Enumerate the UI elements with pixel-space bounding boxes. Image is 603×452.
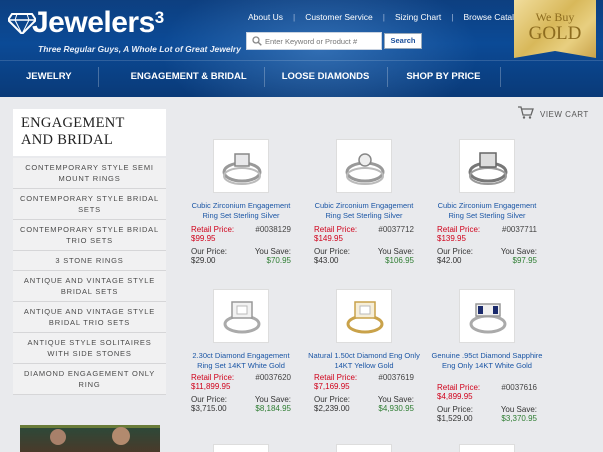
you-save: $4,930.95 <box>378 404 414 413</box>
search-input[interactable]: Enter Keyword or Product # <box>246 32 382 50</box>
retail-price: $7,169.95 <box>314 382 350 391</box>
search-button[interactable]: Search <box>384 33 422 49</box>
top-links: About Us | Customer Service | Sizing Cha… <box>238 12 534 22</box>
product-sku: #0037620 <box>255 373 291 382</box>
video-top-bar <box>20 425 160 428</box>
you-save: $3,370.95 <box>501 414 537 423</box>
nav-engagement-bridal[interactable]: ENGAGEMENT & BRIDAL <box>131 61 247 97</box>
product-image[interactable] <box>336 139 392 193</box>
category-list: CONTEMPORARY STYLE SEMI MOUNT RINGS CONT… <box>13 158 166 395</box>
product-image[interactable] <box>336 289 392 343</box>
search-bar: Enter Keyword or Product # Search <box>246 32 498 50</box>
about-us-link[interactable]: About Us <box>238 12 293 22</box>
product-card[interactable]: Cubic Zirconium Engagement Ring Set Ster… <box>431 139 543 269</box>
product-image[interactable] <box>459 139 515 193</box>
nav-jewelry[interactable]: JEWELRY <box>26 61 72 97</box>
you-save: $8,184.95 <box>255 404 291 413</box>
our-price: $42.00 <box>437 256 462 265</box>
our-price: $29.00 <box>191 256 216 265</box>
cart-icon <box>518 106 534 119</box>
category-item[interactable]: 3 STONE RINGS <box>13 251 166 271</box>
ring-icon <box>222 153 262 185</box>
ring-icon <box>346 301 384 334</box>
nav-loose-diamonds[interactable]: LOOSE DIAMONDS <box>282 61 370 97</box>
category-item[interactable]: CONTEMPORARY STYLE BRIDAL TRIO SETS <box>13 220 166 251</box>
site-header: Jewelers3 Three Regular Guys, A Whole Lo… <box>0 0 603 97</box>
you-save: $106.95 <box>385 256 414 265</box>
retail-price: $149.95 <box>314 234 343 243</box>
our-price: $2,239.00 <box>314 404 350 413</box>
product-card[interactable]: Natural 1.50ct Diamond Eng Only 14KT Yel… <box>308 289 420 419</box>
ring-icon <box>468 152 508 185</box>
brand-name: Jewelers3 <box>32 6 164 39</box>
search-placeholder: Enter Keyword or Product # <box>265 37 358 46</box>
ring-icon <box>345 153 385 185</box>
nav-divider <box>263 67 265 87</box>
nav-shop-by-price[interactable]: SHOP BY PRICE <box>406 61 480 97</box>
category-item[interactable]: ANTIQUE STYLE SOLITAIRES WITH SIDE STONE… <box>13 333 166 364</box>
product-image[interactable] <box>459 444 515 452</box>
product-image[interactable] <box>213 139 269 193</box>
our-price: $43.00 <box>314 256 339 265</box>
ring-icon <box>223 301 261 334</box>
product-card[interactable]: Cubic Zirconium Engagement Ring Set Ster… <box>185 139 297 269</box>
brand-tagline: Three Regular Guys, A Whole Lot of Great… <box>38 44 241 54</box>
customer-service-link[interactable]: Customer Service <box>295 12 383 22</box>
product-image[interactable] <box>213 444 269 452</box>
product-card[interactable]: 2.30ct Diamond Engagement Ring Set 14KT … <box>185 289 297 419</box>
product-image[interactable] <box>213 289 269 343</box>
product-card[interactable]: Cubic Zirconium Engagement Ring Set Ster… <box>308 139 420 269</box>
person-figure <box>50 429 66 445</box>
nav-divider <box>500 67 502 87</box>
nav-divider <box>97 67 99 87</box>
nav-divider <box>387 67 389 87</box>
product-card[interactable]: Genuine .95ct Diamond Sapphire Eng Only … <box>431 289 543 423</box>
view-cart-label: VIEW CART <box>540 110 589 119</box>
product-image[interactable] <box>459 289 515 343</box>
retail-price: $11,899.95 <box>191 382 231 391</box>
product-sku: #0037616 <box>501 383 537 392</box>
category-item[interactable]: CONTEMPORARY STYLE BRIDAL SETS <box>13 189 166 220</box>
video-thumbnail[interactable] <box>20 425 160 452</box>
our-price: $3,715.00 <box>191 404 227 413</box>
our-price: $1,529.00 <box>437 414 473 423</box>
category-sidebar: ENGAGEMENT AND BRIDAL CONTEMPORARY STYLE… <box>13 109 166 395</box>
you-save: $70.95 <box>266 256 291 265</box>
product-name[interactable]: Cubic Zirconium Engagement Ring Set Ster… <box>308 201 420 221</box>
we-buy-gold-badge[interactable]: We Buy GOLD <box>514 0 596 58</box>
product-name[interactable]: Natural 1.50ct Diamond Eng Only 14KT Yel… <box>308 351 420 371</box>
product-name[interactable]: Genuine .95ct Diamond Sapphire Eng Only … <box>431 351 543 371</box>
you-save: $97.95 <box>512 256 537 265</box>
search-icon <box>252 36 262 46</box>
sidebar-title: ENGAGEMENT AND BRIDAL <box>13 109 166 156</box>
product-sku: #0038129 <box>255 225 291 234</box>
category-item[interactable]: ANTIQUE AND VINTAGE STYLE BRIDAL TRIO SE… <box>13 302 166 333</box>
badge-line2: GOLD <box>528 23 582 44</box>
category-item[interactable]: CONTEMPORARY STYLE SEMI MOUNT RINGS <box>13 158 166 189</box>
product-name[interactable]: Cubic Zirconium Engagement Ring Set Ster… <box>185 201 297 221</box>
product-sku: #0037712 <box>378 225 414 234</box>
person-figure <box>112 427 130 445</box>
retail-price: $4,899.95 <box>437 392 473 401</box>
retail-price: $99.95 <box>191 234 216 243</box>
retail-price: $139.95 <box>437 234 466 243</box>
main-nav: JEWELRY ENGAGEMENT & BRIDAL LOOSE DIAMON… <box>0 60 603 97</box>
product-sku: #0037619 <box>378 373 414 382</box>
category-item[interactable]: ANTIQUE AND VINTAGE STYLE BRIDAL SETS <box>13 271 166 302</box>
product-name[interactable]: Cubic Zirconium Engagement Ring Set Ster… <box>431 201 543 221</box>
product-sku: #0037711 <box>502 225 537 234</box>
product-image[interactable] <box>336 444 392 452</box>
ring-icon <box>469 303 507 334</box>
category-item[interactable]: DIAMOND ENGAGEMENT ONLY RING <box>13 364 166 395</box>
product-name[interactable]: 2.30ct Diamond Engagement Ring Set 14KT … <box>185 351 297 371</box>
sizing-chart-link[interactable]: Sizing Chart <box>385 12 451 22</box>
